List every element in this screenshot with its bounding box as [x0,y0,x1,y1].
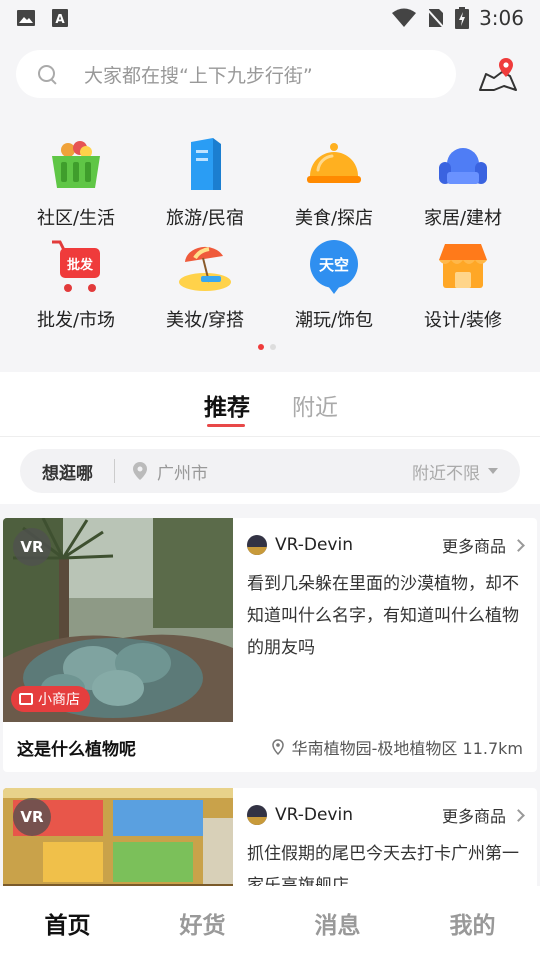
category-food[interactable]: 美食/探店 [269,134,399,234]
location-text: 华南植物园-极地植物区 11.7km [291,739,523,758]
wholesale-cart-icon: 批发 [46,236,106,296]
chevron-right-icon [512,808,525,822]
food-cloche-icon [304,134,364,194]
nav-mine[interactable]: 我的 [405,886,540,960]
category-community[interactable]: 社区/生活 [11,134,141,234]
shop-tag[interactable]: 小商店 [11,686,90,712]
svg-text:A: A [55,12,65,26]
category-travel[interactable]: 旅游/民宿 [140,134,270,234]
chevron-right-icon [512,538,525,552]
status-bar: A 3:06 [0,0,540,36]
author-name[interactable]: VR-Devin [275,535,353,555]
vr-badge: VR [13,528,51,566]
author-row: VR-Devin 更多商品 [247,802,529,828]
building-icon [175,134,235,194]
feed-header: 推荐 附近 想逛哪 广州市 附近不限 [0,372,540,504]
storefront-icon [433,236,493,296]
filter-label: 想逛哪 [42,463,93,484]
category-label: 旅游/民宿 [165,208,245,229]
tab-bar: 推荐 附近 [0,372,540,436]
store-icon [19,693,33,705]
location-pin-icon [271,739,284,756]
category-design[interactable]: 设计/装修 [398,236,528,336]
chevron-down-icon [488,468,498,474]
filter-divider [114,459,115,483]
category-label: 设计/装修 [423,310,503,331]
vr-badge: VR [13,798,51,836]
city-selector[interactable]: 广州市 [157,459,208,484]
card-description: 看到几朵躲在里面的沙漠植物，却不知道叫什么名字，有知道叫什么植物的朋友吗 [247,574,519,658]
avatar[interactable] [247,805,267,825]
search-bar[interactable]: 大家都在搜“上下九步行街” [16,50,456,98]
search-placeholder: 大家都在搜“上下九步行街” [84,64,313,87]
location-filter[interactable]: 想逛哪 广州市 附近不限 [20,449,520,493]
location-pin-icon [133,462,147,480]
divider [0,436,540,437]
distance-dropdown[interactable]: 附近不限 [412,459,488,484]
clock: 3:06 [479,6,524,30]
map-location-button[interactable] [476,56,520,96]
card-photo[interactable]: VR 小商店 [3,518,233,722]
wholesale-badge-text: 批发 [67,257,94,273]
tab-nearby[interactable]: 附近 [292,388,338,422]
category-home[interactable]: 家居/建材 [398,134,528,234]
tab-recommend[interactable]: 推荐 [204,388,250,422]
nav-messages[interactable]: 消息 [270,886,405,960]
page-dot [270,344,276,350]
category-label: 美食/探店 [294,208,374,229]
no-sim-icon [427,8,446,29]
card-info: VR-Devin 更多商品 看到几朵躲在里面的沙漠植物，却不知道叫什么名字，有知… [247,532,529,664]
font-notification-icon: A [50,8,70,28]
author-row: VR-Devin 更多商品 [247,532,529,558]
category-label: 美妆/穿搭 [165,310,245,331]
category-trendy-toys[interactable]: 天空 潮玩/饰包 [269,236,399,336]
card-title: 这是什么植物呢 [17,739,136,760]
bottom-nav: 首页 好货 消息 我的 [0,886,540,960]
category-wholesale[interactable]: 批发 批发/市场 [11,236,141,336]
category-grid: 社区/生活 旅游/民宿 美食/探店 家居/建材 批发 批发/市场 美妆/穿搭 天… [0,124,540,334]
nav-home[interactable]: 首页 [0,886,135,960]
wifi-icon [392,8,417,27]
author-name[interactable]: VR-Devin [275,805,353,825]
image-notification-icon [16,8,36,28]
category-beauty[interactable]: 美妆/穿搭 [140,236,270,336]
page-dot-active [258,344,264,350]
more-products-link[interactable]: 更多商品 [442,803,506,827]
category-label: 潮玩/饰包 [294,310,374,331]
sofa-icon [433,134,493,194]
category-label: 社区/生活 [36,208,116,229]
card-footer: 这是什么植物呢 华南植物园-极地植物区 11.7km [3,722,537,772]
nav-goods[interactable]: 好货 [135,886,270,960]
battery-icon [455,7,470,29]
page-indicator [258,344,276,350]
tab-underline [207,424,245,427]
more-products-link[interactable]: 更多商品 [442,533,506,557]
map-pin-icon [479,58,517,91]
search-row: 大家都在搜“上下九步行街” [0,44,540,104]
category-label: 家居/建材 [423,208,503,229]
sky-bubble-icon: 天空 [304,236,364,296]
category-label: 批发/市场 [36,310,116,331]
shop-tag-label: 小商店 [38,692,80,708]
search-icon [36,63,58,85]
sky-badge-text: 天空 [319,256,349,274]
beach-umbrella-icon [175,236,235,296]
card-location[interactable]: 华南植物园-极地植物区 11.7km [271,735,523,759]
feed-card[interactable]: VR 小商店 VR-Devin 更多商品 看到几朵躲在里面的沙漠植物，却不知道叫… [3,518,537,772]
avatar[interactable] [247,535,267,555]
basket-icon [46,134,106,194]
